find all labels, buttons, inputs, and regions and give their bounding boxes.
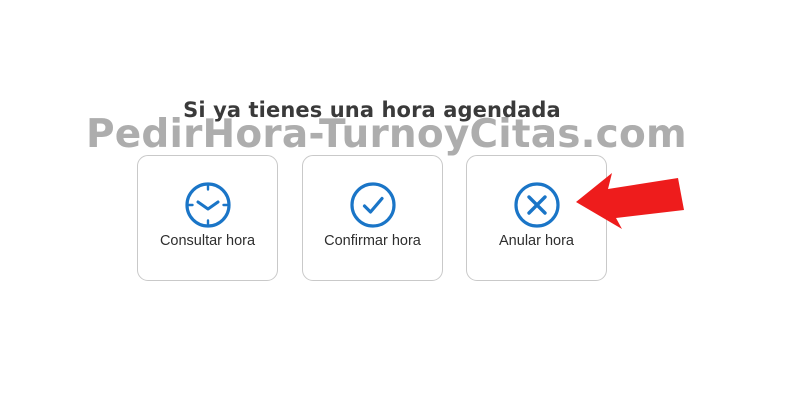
- clock-icon: [184, 182, 231, 228]
- anular-hora-label: Anular hora: [499, 233, 574, 249]
- consultar-hora-button[interactable]: Consultar hora: [137, 155, 278, 281]
- red-arrow-pointer: [576, 173, 684, 229]
- confirmar-hora-button[interactable]: Confirmar hora: [302, 155, 443, 281]
- check-circle-icon: [349, 182, 396, 228]
- page: Si ya tienes una hora agendada Consultar…: [0, 0, 800, 400]
- consultar-hora-label: Consultar hora: [159, 233, 256, 249]
- confirmar-hora-label: Confirmar hora: [324, 233, 421, 249]
- x-circle-icon: [513, 182, 560, 228]
- section-heading: Si ya tienes una hora agendada: [183, 98, 561, 122]
